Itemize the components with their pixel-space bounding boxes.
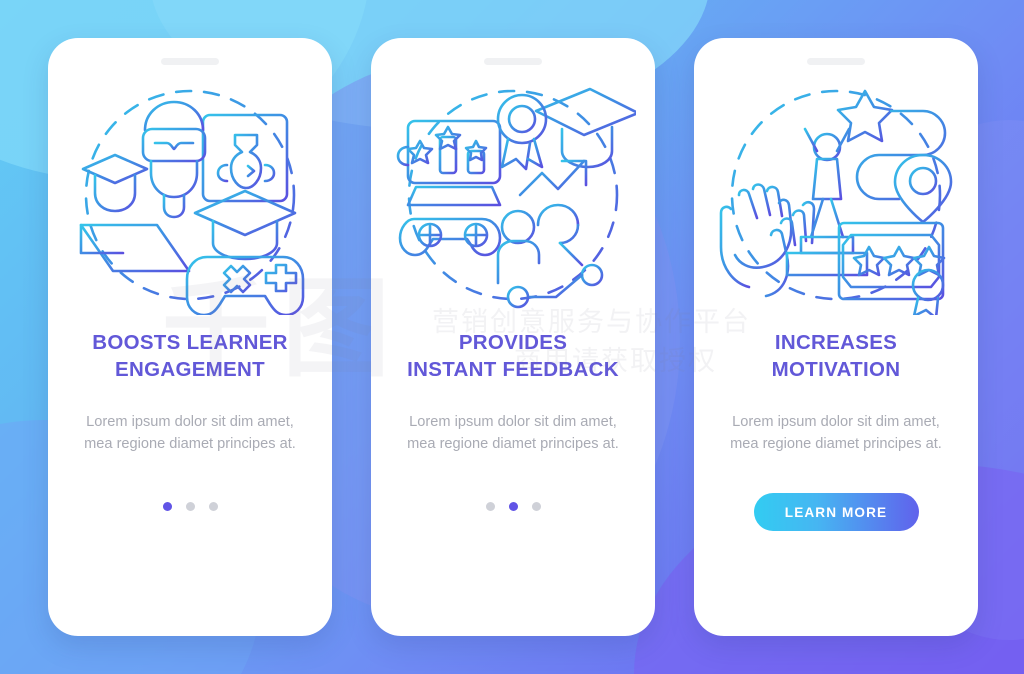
onboarding-card-2[interactable]: PROVIDES INSTANT FEEDBACK Lorem ipsum dol… <box>371 38 655 636</box>
card-title: BOOSTS LEARNER ENGAGEMENT <box>92 331 288 382</box>
card-title: INCREASES MOTIVATION <box>771 331 901 382</box>
card-body-text: Lorem ipsum dolor sit dim amet, mea regi… <box>730 414 942 453</box>
learn-more-button[interactable]: LEARN MORE <box>753 493 919 532</box>
pagination-dot-1[interactable] <box>485 502 495 512</box>
motivation-reward-illustration <box>713 77 959 315</box>
phone-speaker-bar <box>161 58 219 65</box>
onboarding-card-1[interactable]: BOOSTS LEARNER ENGAGEMENT Lorem ipsum dol… <box>48 38 332 636</box>
pagination-dot-1[interactable] <box>162 502 172 512</box>
card-body-text: Lorem ipsum dolor sit dim amet, mea regi… <box>407 414 619 453</box>
onboarding-screens-artboard: BOOSTS LEARNER ENGAGEMENT Lorem ipsum dol… <box>0 0 1024 674</box>
pagination-dot-2[interactable] <box>508 502 518 512</box>
pagination-dots[interactable] <box>485 502 541 512</box>
vr-learning-gaming-illustration <box>67 77 313 315</box>
card-body-text: Lorem ipsum dolor sit dim amet, mea regi… <box>84 414 296 453</box>
feedback-achievement-illustration <box>390 77 636 315</box>
phone-speaker-bar <box>484 58 542 65</box>
pagination-dot-3[interactable] <box>531 502 541 512</box>
pagination-dot-2[interactable] <box>185 502 195 512</box>
card-title: PROVIDES INSTANT FEEDBACK <box>407 331 619 382</box>
phone-speaker-bar <box>807 58 865 65</box>
onboarding-card-3[interactable]: INCREASES MOTIVATION Lorem ipsum dolor si… <box>694 38 978 636</box>
pagination-dots[interactable] <box>162 502 218 512</box>
pagination-dot-3[interactable] <box>208 502 218 512</box>
